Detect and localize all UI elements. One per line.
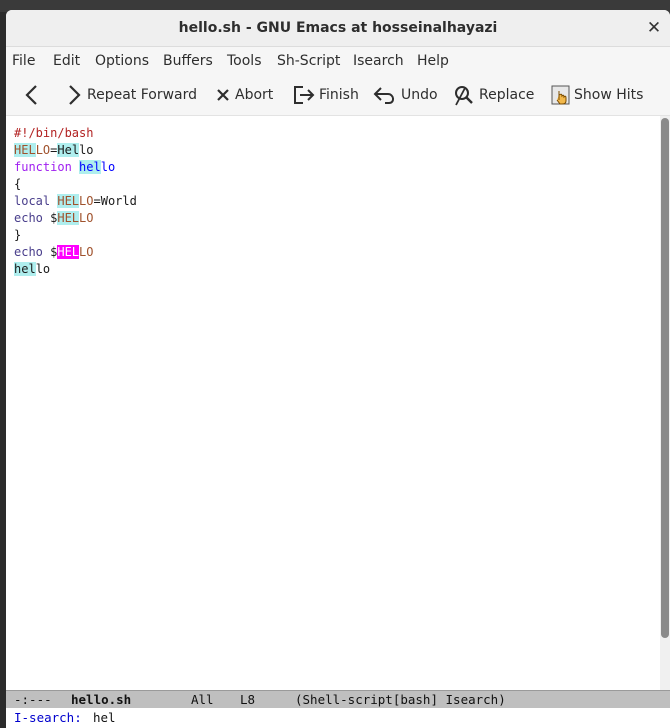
minibuffer[interactable]: I-search: hel: [6, 708, 670, 728]
replace-icon: [455, 86, 473, 106]
vertical-scrollbar[interactable]: [660, 116, 670, 691]
replace-label: Replace: [479, 87, 535, 103]
search-match-highlight: HEL: [57, 211, 80, 225]
code-token: LO: [79, 245, 94, 259]
code-token: echo: [14, 211, 43, 225]
menu-isearch[interactable]: Isearch: [353, 47, 404, 75]
code-line[interactable]: HELLO=Hello: [14, 142, 94, 159]
code-token: function: [14, 160, 72, 174]
menu-tools[interactable]: Tools: [227, 47, 262, 75]
undo-label: Undo: [401, 87, 438, 103]
code-token: }: [14, 228, 22, 242]
back-button[interactable]: [22, 75, 42, 115]
hand-pointer-icon: [551, 85, 570, 105]
isearch-input[interactable]: hel: [93, 708, 116, 728]
menu-edit[interactable]: Edit: [53, 47, 80, 75]
modeline-buffer-name[interactable]: hello.sh: [71, 691, 131, 709]
code-token: $: [42, 245, 58, 259]
code-line[interactable]: hello: [14, 261, 50, 278]
search-match-highlight: hel: [79, 160, 101, 174]
code-line[interactable]: {: [14, 176, 21, 193]
search-match-highlight: Hel: [57, 143, 80, 157]
code-line[interactable]: echo $HELLO: [14, 244, 94, 261]
chevron-right-icon: [69, 85, 81, 105]
abort-label: Abort: [235, 87, 274, 103]
close-icon: [217, 89, 229, 101]
code-token: lo: [35, 262, 51, 276]
repeat-forward-button[interactable]: Repeat Forward: [64, 75, 197, 115]
modeline-line: L8: [240, 692, 256, 707]
replace-button[interactable]: Replace: [452, 75, 534, 115]
code-line[interactable]: local HELLO=World: [14, 193, 137, 210]
finish-label: Finish: [319, 87, 359, 103]
code-token: =World: [93, 194, 137, 208]
code-token: LO: [35, 143, 51, 157]
code-line[interactable]: #!/bin/bash: [14, 125, 93, 142]
scrollbar-thumb[interactable]: [661, 118, 669, 638]
modeline-modes[interactable]: (Shell-script[bash] Isearch): [295, 691, 506, 709]
current-search-match: HEL: [57, 245, 80, 259]
modeline-position: All: [191, 692, 214, 707]
search-match-highlight: hel: [14, 262, 36, 276]
show-hits-button[interactable]: Show Hits: [551, 75, 643, 115]
menu-bar: File Edit Options Buffers Tools Sh-Scrip…: [6, 47, 670, 75]
code-token: echo: [14, 245, 43, 259]
mode-line: -:--- hello.sh All L8 (Shell-script[bash…: [6, 690, 670, 709]
code-token: lo: [100, 160, 116, 174]
menu-options[interactable]: Options: [95, 47, 149, 75]
exit-icon: [294, 86, 315, 104]
code-line[interactable]: }: [14, 227, 21, 244]
menu-file[interactable]: File: [12, 47, 35, 75]
code-token: LO: [79, 194, 94, 208]
chevron-left-icon: [25, 85, 37, 105]
code-line[interactable]: function hello: [14, 159, 115, 176]
editor-buffer[interactable]: #!/bin/bash HELLO=Hello function hello{loc…: [6, 116, 660, 691]
modeline-status: -:---: [14, 692, 52, 707]
undo-button[interactable]: Undo: [372, 75, 438, 115]
search-match-highlight: HEL: [14, 143, 36, 157]
code-token: local: [14, 194, 51, 208]
tool-bar: Repeat Forward Abort Finish Undo Replace…: [6, 75, 670, 116]
repeat-forward-label: Repeat Forward: [87, 87, 198, 103]
window-title: hello.sh - GNU Emacs at hosseinalhayazi: [178, 20, 498, 36]
search-match-highlight: HEL: [57, 194, 80, 208]
finish-button[interactable]: Finish: [292, 75, 359, 115]
menu-help[interactable]: Help: [417, 47, 449, 75]
abort-button[interactable]: Abort: [214, 75, 273, 115]
menu-buffers[interactable]: Buffers: [163, 47, 213, 75]
title-bar: hello.sh - GNU Emacs at hosseinalhayazi …: [6, 10, 670, 47]
emacs-window: hello.sh - GNU Emacs at hosseinalhayazi …: [6, 10, 670, 728]
code-token: #!/bin/bash: [14, 126, 94, 140]
code-token: {: [14, 177, 22, 191]
isearch-prompt: I-search:: [14, 710, 82, 725]
code-token: LO: [79, 211, 94, 225]
menu-sh-script[interactable]: Sh-Script: [277, 47, 340, 75]
undo-icon: [373, 87, 394, 104]
code-token: $: [42, 211, 58, 225]
code-line[interactable]: echo $HELLO: [14, 210, 94, 227]
close-icon[interactable]: ✕: [644, 18, 664, 38]
code-token: lo: [79, 143, 94, 157]
show-hits-label: Show Hits: [574, 87, 644, 103]
